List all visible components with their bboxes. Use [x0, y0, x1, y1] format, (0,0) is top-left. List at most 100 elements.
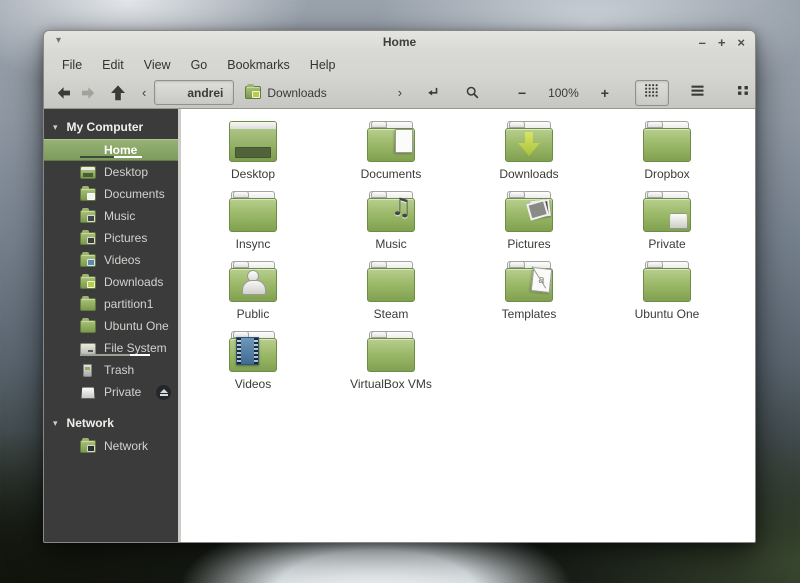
titlebar[interactable]: ▾ Home – + ×	[44, 31, 755, 53]
file-item-music[interactable]: ♫ Music	[328, 191, 454, 261]
music-note-emblem-icon: ♫	[390, 193, 412, 221]
sidebar-item-partition1[interactable]: partition1	[44, 293, 178, 315]
file-item-documents[interactable]: Documents	[328, 121, 454, 191]
sidebar-item-music[interactable]: Music	[44, 205, 178, 227]
window-controls: – + ×	[699, 31, 745, 53]
zoom-in-button[interactable]: +	[593, 80, 617, 105]
back-button[interactable]	[52, 80, 76, 105]
sidebar-item-label: Home	[104, 143, 138, 157]
menu-view[interactable]: View	[134, 54, 181, 76]
file-item-label: Insync	[235, 237, 271, 251]
expander-icon[interactable]: ▾	[53, 418, 58, 429]
sidebar-section-my-computer[interactable]: ▾ My Computer	[44, 115, 178, 139]
desktop-icon	[229, 121, 277, 162]
sidebar-item-downloads[interactable]: Downloads	[44, 271, 178, 293]
file-item-insync[interactable]: Insync	[190, 191, 316, 261]
breadcrumb-scroll-right[interactable]: ›	[394, 85, 406, 100]
list-view-button[interactable]	[681, 80, 715, 106]
sidebar-item-home[interactable]: Home	[44, 139, 178, 161]
sidebar-item-label: Pictures	[104, 231, 148, 245]
file-item-dropbox[interactable]: Dropbox	[604, 121, 730, 191]
menu-go[interactable]: Go	[181, 54, 218, 76]
maximize-button[interactable]: +	[718, 36, 726, 49]
folder-icon-music-note: ♫	[367, 191, 415, 232]
sidebar-item-file-system[interactable]: File System	[44, 337, 178, 359]
folder-pictures-icon	[80, 229, 96, 245]
folder-music-icon	[80, 207, 96, 223]
icon-view-button[interactable]	[634, 79, 669, 106]
minimize-button[interactable]: –	[699, 36, 706, 49]
drive-icon	[80, 342, 96, 355]
home-icon	[80, 144, 96, 157]
folder-icon	[367, 261, 415, 302]
window-content: ▾ My Computer Home Desktop Documents Music Pic…	[44, 109, 755, 542]
sidebar-section-network[interactable]: ▾ Network	[44, 411, 178, 435]
menu-bookmarks[interactable]: Bookmarks	[217, 54, 300, 76]
forward-button[interactable]	[76, 80, 100, 105]
sidebar-item-desktop[interactable]: Desktop	[44, 161, 178, 183]
folder-icon-down-arrow	[505, 121, 553, 162]
person-emblem-icon	[242, 270, 266, 295]
menu-edit[interactable]: Edit	[92, 54, 134, 76]
folder-documents-icon	[80, 185, 96, 201]
file-item-label: Videos	[234, 377, 272, 391]
toggle-location-entry-icon[interactable]	[420, 80, 444, 105]
folder-icon	[367, 331, 415, 372]
network-icon	[80, 437, 96, 453]
search-icon[interactable]	[460, 80, 484, 105]
zoom-out-button[interactable]: −	[510, 80, 534, 105]
sidebar-item-label: partition1	[104, 297, 154, 311]
sidebar-item-private[interactable]: Private	[44, 381, 178, 403]
file-item-downloads[interactable]: Downloads	[466, 121, 592, 191]
folder-icon-person	[229, 261, 277, 302]
window-title: Home	[382, 35, 417, 49]
compact-view-icon	[736, 83, 751, 103]
eject-button[interactable]	[156, 384, 171, 400]
file-item-label: VirtualBox VMs	[350, 377, 432, 391]
folder-downloads-icon	[80, 273, 96, 289]
crumb-label: Downloads	[267, 85, 327, 100]
toolbar: ‹ andrei Downloads › − 100% +	[44, 77, 755, 109]
file-item-label: Public	[236, 307, 270, 321]
file-item-label: Desktop	[230, 167, 276, 181]
view-toggle-group	[634, 79, 755, 106]
sidebar-item-videos[interactable]: Videos	[44, 249, 178, 271]
sidebar-item-ubuntu-one[interactable]: Ubuntu One	[44, 315, 178, 337]
list-view-icon	[690, 83, 705, 103]
crumb-downloads[interactable]: Downloads	[234, 80, 337, 105]
breadcrumb-scroll-left[interactable]: ‹	[138, 85, 150, 100]
template-emblem-icon: a	[530, 267, 553, 293]
folder-videos-icon	[80, 251, 96, 267]
sidebar-item-pictures[interactable]: Pictures	[44, 227, 178, 249]
close-button[interactable]: ×	[737, 36, 745, 49]
file-item-private[interactable]: Private	[604, 191, 730, 261]
file-grid[interactable]: Desktop Documents Downloads Dropbox Insync ♫ M…	[181, 109, 755, 542]
file-item-videos[interactable]: Videos	[190, 331, 316, 401]
sidebar-item-network[interactable]: Network	[44, 435, 178, 457]
sidebar-item-label: Downloads	[104, 275, 164, 289]
sidebar-item-label: Videos	[104, 253, 141, 267]
home-icon	[165, 86, 181, 99]
file-item-desktop[interactable]: Desktop	[190, 121, 316, 191]
sidebar-item-trash[interactable]: Trash	[44, 359, 178, 381]
file-item-label: Ubuntu One	[634, 307, 700, 321]
file-item-label: Templates	[501, 307, 557, 321]
sidebar-item-label: Trash	[104, 363, 135, 377]
up-button[interactable]	[106, 80, 130, 105]
crumb-andrei[interactable]: andrei	[154, 80, 235, 105]
sidebar-item-label: Desktop	[104, 165, 149, 179]
file-item-public[interactable]: Public	[190, 261, 316, 331]
menu-help[interactable]: Help	[300, 54, 346, 76]
sidebar-item-label: Music	[104, 209, 136, 223]
expander-icon[interactable]: ▾	[53, 122, 58, 133]
file-item-steam[interactable]: Steam	[328, 261, 454, 331]
menu-file[interactable]: File	[52, 54, 92, 76]
compact-view-button[interactable]	[727, 80, 755, 106]
sidebar-item-label: Ubuntu One	[104, 319, 169, 333]
sidebar-item-documents[interactable]: Documents	[44, 183, 178, 205]
file-item-virtualbox-vms[interactable]: VirtualBox VMs	[328, 331, 454, 401]
file-item-ubuntu-one[interactable]: Ubuntu One	[604, 261, 730, 331]
file-item-pictures[interactable]: Pictures	[466, 191, 592, 261]
paper-emblem-icon	[395, 129, 413, 153]
file-item-templates[interactable]: a Templates	[466, 261, 592, 331]
